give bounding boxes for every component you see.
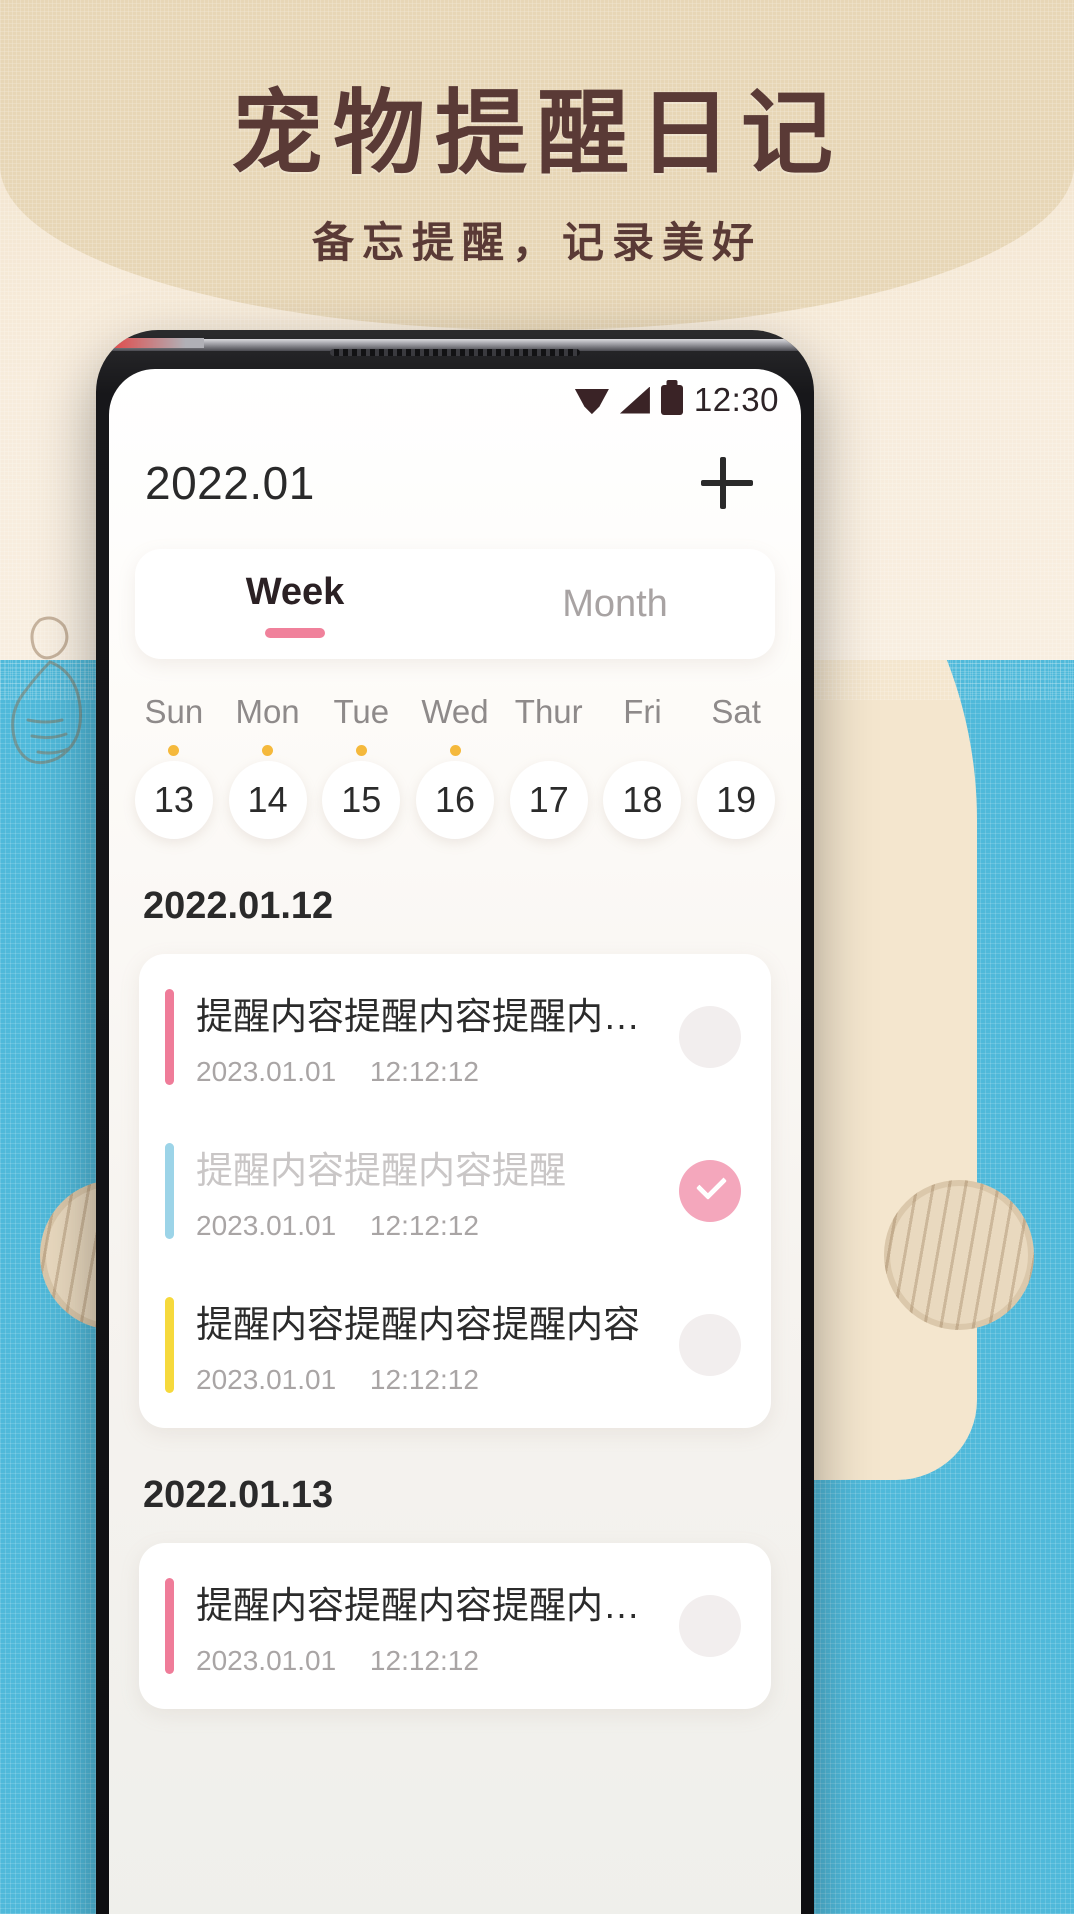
phone-edge-highlight <box>112 338 204 348</box>
weekday-label: Sat <box>711 693 761 730</box>
has-reminder-dot-icon <box>168 745 180 756</box>
reminder-date: 2023.01.01 <box>196 1056 337 1087</box>
date-button[interactable]: 14 <box>228 761 307 839</box>
date-cell: 19 <box>689 745 783 839</box>
app-header: 2022.01 <box>109 425 801 523</box>
add-reminder-button[interactable] <box>697 453 757 513</box>
reminder-meta: 2023.01.01 12:12:12 <box>196 1210 657 1242</box>
reminder-date: 2023.01.01 <box>196 1645 337 1676</box>
list-item[interactable]: 提醒内容提醒内容提醒 2023.01.01 12:12:12 <box>139 1114 771 1268</box>
weekday-header-row: Sun Mon Tue Wed Thur Fri Sat <box>109 693 801 731</box>
reminder-time: 12:12:12 <box>369 1056 479 1087</box>
reminder-checkbox-checked[interactable] <box>679 1160 741 1222</box>
weekday-label: Thur <box>514 693 583 730</box>
paw-decoration-right <box>884 1180 1034 1330</box>
has-reminder-dot-icon <box>449 745 461 756</box>
reminder-section: 2022.01.13 提醒内容提醒内容提醒内容提醒... 2023.01.01 … <box>109 1474 801 1709</box>
tab-week-label: Week <box>245 570 345 613</box>
reminder-date: 2023.01.01 <box>196 1210 337 1241</box>
tab-month[interactable]: Month <box>455 583 775 626</box>
section-date-label: 2022.01.13 <box>143 1474 334 1516</box>
has-reminder-dot-icon <box>262 745 274 756</box>
has-reminder-dot-icon <box>355 745 367 756</box>
phone-shell: 12:30 2022.01 Week Month Sun Mon Tue Wed… <box>96 330 814 1914</box>
reminder-texts: 提醒内容提醒内容提醒 2023.01.01 12:12:12 <box>196 1140 657 1242</box>
reminder-date: 2023.01.01 <box>196 1364 337 1395</box>
reminder-texts: 提醒内容提醒内容提醒内容提醒... 2023.01.01 12:12:12 <box>196 986 657 1088</box>
reminder-title: 提醒内容提醒内容提醒内容提醒... <box>196 1585 657 1626</box>
date-button[interactable]: 16 <box>416 761 495 839</box>
date-button[interactable]: 18 <box>603 761 682 839</box>
date-button[interactable]: 13 <box>134 761 213 839</box>
reminder-card: 提醒内容提醒内容提醒内容提醒... 2023.01.01 12:12:12 提醒… <box>139 954 771 1428</box>
reminder-color-bar <box>165 1578 174 1674</box>
view-mode-tabs: Week Month <box>135 549 775 659</box>
reminder-texts: 提醒内容提醒内容提醒内容 2023.01.01 12:12:12 <box>196 1294 657 1396</box>
list-item[interactable]: 提醒内容提醒内容提醒内容提醒... 2023.01.01 12:12:12 <box>139 960 771 1114</box>
weekday-label: Fri <box>623 693 662 730</box>
date-cell: 16 <box>408 745 502 839</box>
reminder-time: 12:12:12 <box>369 1210 479 1241</box>
date-button[interactable]: 17 <box>509 761 588 839</box>
week-date-row: 13 14 15 16 17 18 19 <box>109 745 801 839</box>
reminder-section: 2022.01.12 提醒内容提醒内容提醒内容提醒... 2023.01.01 … <box>109 885 801 1428</box>
weekday-label: Sun <box>144 693 204 730</box>
list-item[interactable]: 提醒内容提醒内容提醒内容 2023.01.01 12:12:12 <box>139 1268 771 1422</box>
phone-mockup: 12:30 2022.01 Week Month Sun Mon Tue Wed… <box>96 330 814 1914</box>
reminder-title: 提醒内容提醒内容提醒内容 <box>196 1304 640 1345</box>
tab-week[interactable]: Week <box>135 571 455 638</box>
reminder-time: 12:12:12 <box>369 1645 479 1676</box>
reminder-checkbox[interactable] <box>679 1595 741 1657</box>
signal-icon <box>619 386 650 414</box>
app-title: 宠物提醒日记 <box>230 80 843 187</box>
weekday-label: Wed <box>421 693 489 730</box>
reminder-title: 提醒内容提醒内容提醒内容提醒... <box>196 996 657 1037</box>
tab-month-label: Month <box>562 582 668 625</box>
date-cell: 18 <box>596 745 690 839</box>
reminder-color-bar <box>165 1143 174 1239</box>
reminder-meta: 2023.01.01 12:12:12 <box>196 1645 657 1677</box>
date-cell: 13 <box>127 745 221 839</box>
phone-speaker-grille <box>330 349 580 356</box>
date-cell: 17 <box>502 745 596 839</box>
wifi-icon <box>575 387 609 413</box>
reminder-checkbox[interactable] <box>679 1314 741 1376</box>
status-bar: 12:30 <box>109 369 801 425</box>
date-button[interactable]: 15 <box>322 761 401 839</box>
reminder-meta: 2023.01.01 12:12:12 <box>196 1364 657 1396</box>
reminder-meta: 2023.01.01 12:12:12 <box>196 1056 657 1088</box>
app-subtitle: 备忘提醒，记录美好 <box>311 217 762 267</box>
reminder-title: 提醒内容提醒内容提醒 <box>196 1150 566 1191</box>
reminder-time: 12:12:12 <box>369 1364 479 1395</box>
promo-title-block: 宠物提醒日记 备忘提醒，记录美好 <box>0 80 1074 270</box>
weekday-label: Mon <box>235 693 300 730</box>
date-cell: 14 <box>221 745 315 839</box>
reminder-checkbox[interactable] <box>679 1006 741 1068</box>
weekday-label: Tue <box>333 693 390 730</box>
reminder-card: 提醒内容提醒内容提醒内容提醒... 2023.01.01 12:12:12 <box>139 1543 771 1709</box>
reminder-color-bar <box>165 1297 174 1393</box>
phone-screen: 12:30 2022.01 Week Month Sun Mon Tue Wed… <box>109 369 801 1914</box>
list-item[interactable]: 提醒内容提醒内容提醒内容提醒... 2023.01.01 12:12:12 <box>139 1549 771 1703</box>
battery-icon <box>660 385 683 415</box>
section-date-label: 2022.01.12 <box>143 885 334 927</box>
page-title: 2022.01 <box>145 457 315 509</box>
reminder-color-bar <box>165 989 174 1085</box>
date-button[interactable]: 19 <box>697 761 776 839</box>
status-bar-clock: 12:30 <box>693 381 779 418</box>
date-cell: 15 <box>314 745 408 839</box>
tab-active-underline <box>265 627 325 638</box>
reminder-texts: 提醒内容提醒内容提醒内容提醒... 2023.01.01 12:12:12 <box>196 1575 657 1677</box>
